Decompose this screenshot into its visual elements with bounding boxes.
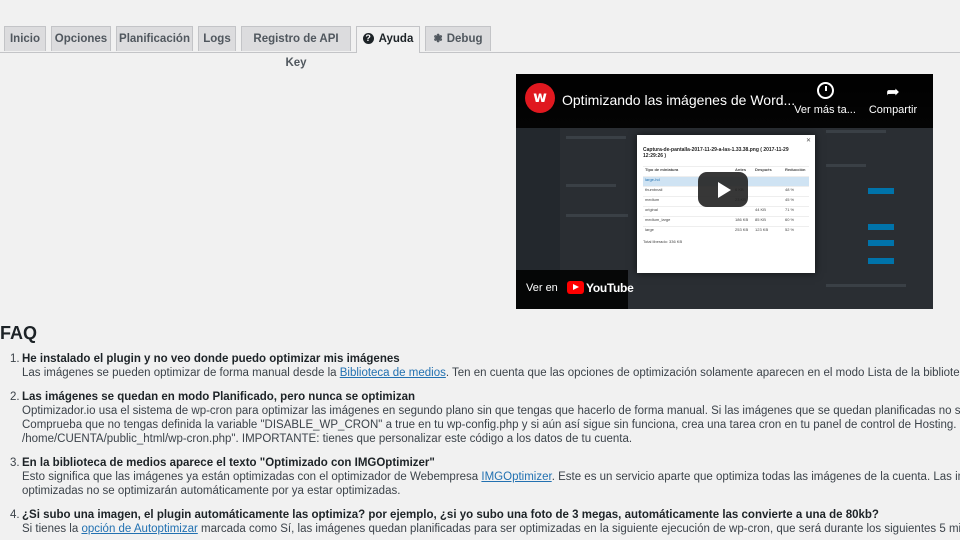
thumbnail-line [826, 164, 866, 167]
modal-cell: 85 KB [755, 217, 766, 222]
faq-question: Las imágenes se quedan en modo Planifica… [22, 391, 416, 403]
thumbnail-line [566, 184, 616, 187]
modal-cell: 186 KB [735, 217, 749, 222]
answer-text: . Este es un servicio aparte que optimiz… [551, 471, 960, 483]
tab-registro-api-key[interactable]: Registro de API Key [241, 26, 351, 69]
answer-text: . Ten en cuenta que las opciones de opti… [445, 367, 960, 379]
thumbnail-button [868, 240, 894, 246]
faq-question: En la biblioteca de medios aparece el te… [22, 457, 435, 469]
youtube-video-embed[interactable]: ✕ Captura-de-pantalla-2017-11-29-a-las-1… [516, 74, 933, 309]
modal-cell: large [645, 227, 654, 232]
modal-cell: thumbnail [645, 187, 663, 192]
play-button[interactable] [698, 172, 748, 207]
tab-label: Ayuda [378, 33, 414, 45]
autoptimizar-option-link[interactable]: opción de Autoptimizar [81, 523, 197, 535]
modal-cell: large-hd [645, 177, 660, 182]
watch-on-label: Ver en [526, 282, 558, 294]
modal-row: medium_large 186 KB 85 KB 60 % [643, 216, 809, 226]
watch-on-youtube-button[interactable]: Ver en YouTube [516, 270, 634, 309]
youtube-logo-icon [567, 281, 584, 294]
tab-label: Inicio [9, 33, 41, 45]
faq-number: 3. [10, 457, 20, 469]
faq-number: 1. [10, 353, 20, 365]
thumbnail-button [868, 188, 894, 194]
close-icon: ✕ [805, 138, 811, 144]
video-title[interactable]: Optimizando las imágenes de Word... [562, 92, 795, 108]
channel-letter: w [533, 88, 547, 106]
share-icon: ➦ [886, 84, 900, 101]
modal-cell: 45 % [785, 197, 795, 202]
tab-label: Logs [203, 33, 231, 45]
modal-row: large 253 KB 123 KB 52 % [643, 226, 809, 236]
biblioteca-de-medios-link[interactable]: Biblioteca de medios [340, 367, 446, 379]
clock-icon [790, 82, 860, 104]
thumbnail-line [826, 284, 906, 287]
modal-cell: 52 % [785, 227, 795, 232]
faq-number: 2. [10, 391, 20, 403]
faq-question: He instalado el plugin y no veo donde pu… [22, 353, 400, 365]
modal-cell: 123 KB [755, 227, 769, 232]
tab-bar: Inicio Opciones Planificación Logs Regis… [0, 0, 960, 69]
video-header: w Optimizando las imágenes de Word... Ve… [516, 74, 933, 128]
faq-answer: Esto significa que las imágenes ya están… [22, 470, 960, 498]
share-label: Compartir [868, 104, 918, 116]
thumbnail-line [566, 214, 628, 217]
tab-label: Debug [446, 33, 483, 45]
modal-title: Captura-de-pantalla-2017-11-29-a-las-1.3… [643, 147, 789, 159]
modal-cell: 48 % [785, 187, 795, 192]
tab-debug[interactable]: ❃ Debug [425, 26, 491, 51]
answer-text: Optimizador.io usa el sistema de wp-cron… [22, 405, 960, 417]
modal-cell: 60 % [785, 217, 795, 222]
faq-answer: Si tienes la opción de Autoptimizar marc… [22, 522, 960, 536]
answer-text: Comprueba que no tengas definida la vari… [22, 419, 960, 431]
thumbnail-button [868, 224, 894, 230]
help-icon: ? [362, 33, 374, 44]
watch-later-label: Ver más ta... [794, 104, 856, 116]
modal-cell: 253 KB [735, 227, 749, 232]
answer-text: Si tienes la [22, 523, 82, 535]
answer-text: Esto significa que las imágenes ya están… [22, 471, 482, 483]
modal-header-cell: Después [755, 167, 772, 172]
thumbnail-button [868, 258, 894, 264]
tab-ayuda[interactable]: ? Ayuda [356, 26, 420, 53]
answer-text: /home/CUENTA/public_html/wp-cron.php". I… [22, 433, 633, 445]
answer-text: Las imágenes se pueden optimizar de form… [22, 367, 340, 379]
share-button[interactable]: ➦ Compartir [858, 82, 928, 116]
tab-planificacion[interactable]: Planificación [116, 26, 193, 51]
answer-text: marcada como Sí, las imágenes quedan pla… [197, 523, 960, 535]
modal-cell: medium_large [645, 217, 671, 222]
tab-label: Opciones [54, 33, 108, 45]
modal-header-cell: Tipo de miniatura [645, 167, 679, 172]
tab-label: Registro de API Key [253, 33, 339, 69]
channel-avatar[interactable]: w [525, 83, 555, 113]
tab-label: Planificación [119, 33, 190, 45]
modal-cell: 44 KB [755, 207, 766, 212]
faq-heading: FAQ [0, 323, 38, 343]
debug-icon: ❃ [433, 33, 443, 45]
tab-logs[interactable]: Logs [198, 26, 236, 51]
modal-footer: Total liberado: 336 KB [643, 239, 683, 244]
faq-number: 4. [10, 509, 20, 521]
modal-header-cell: Reducción [785, 167, 806, 172]
modal-row: original 44 KB 71 % [643, 206, 809, 216]
watch-later-button[interactable]: Ver más ta... [790, 82, 860, 116]
modal-cell: original [645, 207, 658, 212]
faq-answer: Optimizador.io usa el sistema de wp-cron… [22, 404, 960, 446]
tab-inicio[interactable]: Inicio [4, 26, 46, 51]
faq-question: ¿Si subo una imagen, el plugin automátic… [22, 509, 879, 521]
modal-cell: medium [645, 197, 660, 202]
thumbnail-line [826, 130, 886, 133]
thumbnail-line [566, 136, 626, 139]
faq-answer: Las imágenes se pueden optimizar de form… [22, 366, 960, 380]
youtube-wordmark: YouTube [586, 281, 634, 295]
imgoptimizer-link[interactable]: IMGOptimizer [481, 471, 551, 483]
answer-text: optimizadas no se optimizarán automática… [22, 485, 401, 497]
tab-opciones[interactable]: Opciones [51, 26, 111, 51]
modal-cell: 71 % [785, 207, 795, 212]
